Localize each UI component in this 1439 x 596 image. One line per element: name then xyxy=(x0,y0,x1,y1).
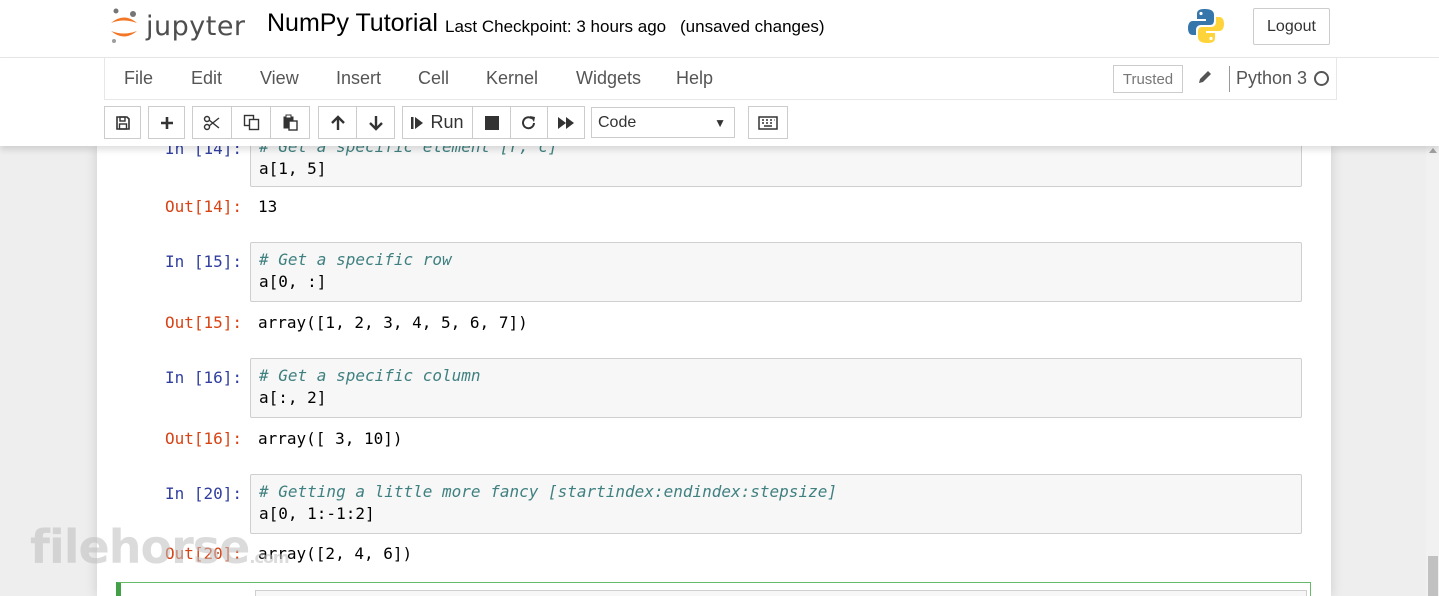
command-palette-button[interactable] xyxy=(748,106,788,139)
copy-icon xyxy=(243,114,259,131)
cell-input[interactable]: # Get a specific column a[:, 2] xyxy=(250,358,1302,418)
in-prompt: In [15]: xyxy=(164,252,242,271)
watermark-suffix: .com xyxy=(249,548,289,567)
caret-down-icon: ▼ xyxy=(714,116,726,130)
menu-edit[interactable]: Edit xyxy=(191,68,222,89)
save-status: (unsaved changes) xyxy=(680,17,825,36)
restart-run-all-button[interactable] xyxy=(547,106,585,139)
logout-button[interactable]: Logout xyxy=(1253,8,1330,45)
fast-forward-icon xyxy=(558,116,574,129)
kernel-status-icon xyxy=(1314,71,1329,86)
step-forward-icon xyxy=(411,116,424,129)
save-button[interactable] xyxy=(104,106,141,139)
kernel-separator xyxy=(1229,66,1230,92)
out-prompt: Out[15]: xyxy=(164,313,242,332)
menu-file[interactable]: File xyxy=(124,68,153,89)
cell-input[interactable]: # Getting a little more fancy [startinde… xyxy=(250,474,1302,534)
menu-cell[interactable]: Cell xyxy=(418,68,449,89)
code-line: a[0, :] xyxy=(259,272,327,291)
menu-view[interactable]: View xyxy=(260,68,299,89)
menubar: File Edit View Insert Cell Kernel Widget… xyxy=(104,58,1337,100)
in-prompt: In [14]: xyxy=(164,146,242,158)
out-prompt: Out[16]: xyxy=(164,429,242,448)
jupyter-logo[interactable]: jupyter xyxy=(108,6,246,46)
pencil-icon[interactable] xyxy=(1197,69,1213,90)
cell-type-select[interactable]: Code ▼ xyxy=(591,107,735,138)
python-logo-icon xyxy=(1187,7,1225,50)
cell-input[interactable]: # Get a specific element [r, c] a[1, 5] xyxy=(250,146,1302,187)
scrollbar-track[interactable] xyxy=(1426,146,1439,596)
stop-icon xyxy=(484,115,499,130)
cell-input[interactable]: # Get a specific row a[0, :] xyxy=(250,242,1302,302)
arrow-down-icon xyxy=(368,115,383,131)
cell-output: array([1, 2, 3, 4, 5, 6, 7]) xyxy=(258,313,528,332)
insert-cell-button[interactable] xyxy=(148,106,185,139)
in-prompt: In [20]: xyxy=(164,484,242,503)
restart-kernel-button[interactable] xyxy=(510,106,548,139)
notebook-title[interactable]: NumPy Tutorial xyxy=(267,9,438,38)
run-button[interactable]: Run xyxy=(402,106,473,139)
watermark: filehorse.com xyxy=(30,520,290,574)
interrupt-kernel-button[interactable] xyxy=(472,106,511,139)
move-up-button[interactable] xyxy=(318,106,357,139)
code-line: a[:, 2] xyxy=(259,388,327,407)
trusted-indicator[interactable]: Trusted xyxy=(1113,65,1183,93)
redo-icon xyxy=(522,115,535,129)
scrollbar-thumb[interactable] xyxy=(1428,556,1438,596)
jupyter-logo-icon xyxy=(111,8,137,43)
code-line: # Getting a little more fancy [startinde… xyxy=(251,481,1301,503)
logo-text: jupyter xyxy=(146,10,246,42)
code-line: # Get a specific row xyxy=(251,249,1301,271)
code-comment: # Get a specific row xyxy=(259,250,452,269)
code-line: # Get a specific column xyxy=(251,365,1301,387)
menu-help[interactable]: Help xyxy=(676,68,713,89)
code-comment: # Get a specific element [r, c] xyxy=(259,146,558,156)
menubar-container: File Edit View Insert Cell Kernel Widget… xyxy=(0,58,1439,146)
code-comment: # Get a specific column xyxy=(259,366,481,385)
cell-output: 13 xyxy=(258,197,278,216)
plus-icon xyxy=(160,116,173,129)
out-prompt: Out[14]: xyxy=(164,197,242,216)
code-comment: # Getting a little more fancy [startinde… xyxy=(259,482,837,501)
move-down-button[interactable] xyxy=(356,106,395,139)
code-line: a[1, 5] xyxy=(259,159,327,178)
arrow-up-icon xyxy=(330,114,345,130)
cell-type-value: Code xyxy=(598,113,637,131)
checkpoint-status: Last Checkpoint: 3 hours ago xyxy=(445,17,667,36)
code-line: # Get a specific element [r, c] xyxy=(251,146,1301,158)
keyboard-icon xyxy=(758,115,778,130)
header: jupyter NumPy Tutorial Last Checkpoint: … xyxy=(0,0,1439,58)
in-prompt: In [16]: xyxy=(164,368,242,387)
paste-button[interactable] xyxy=(270,106,310,139)
scroll-up-icon[interactable] xyxy=(1429,148,1437,153)
copy-button[interactable] xyxy=(231,106,271,139)
save-icon xyxy=(115,115,130,130)
cut-button[interactable] xyxy=(192,106,232,139)
kernel-name[interactable]: Python 3 xyxy=(1236,68,1307,89)
watermark-text: filehorse xyxy=(30,520,250,574)
cell-input[interactable] xyxy=(255,590,1307,596)
menu-widgets[interactable]: Widgets xyxy=(576,68,641,89)
menu-kernel[interactable]: Kernel xyxy=(486,68,538,89)
run-label: Run xyxy=(430,112,464,132)
menu-insert[interactable]: Insert xyxy=(336,68,381,89)
scissors-icon xyxy=(203,115,220,130)
cell-output: array([ 3, 10]) xyxy=(258,429,403,448)
selected-cell[interactable] xyxy=(116,582,1311,596)
code-line: a[0, 1:-1:2] xyxy=(259,504,375,523)
paste-icon xyxy=(283,114,298,131)
